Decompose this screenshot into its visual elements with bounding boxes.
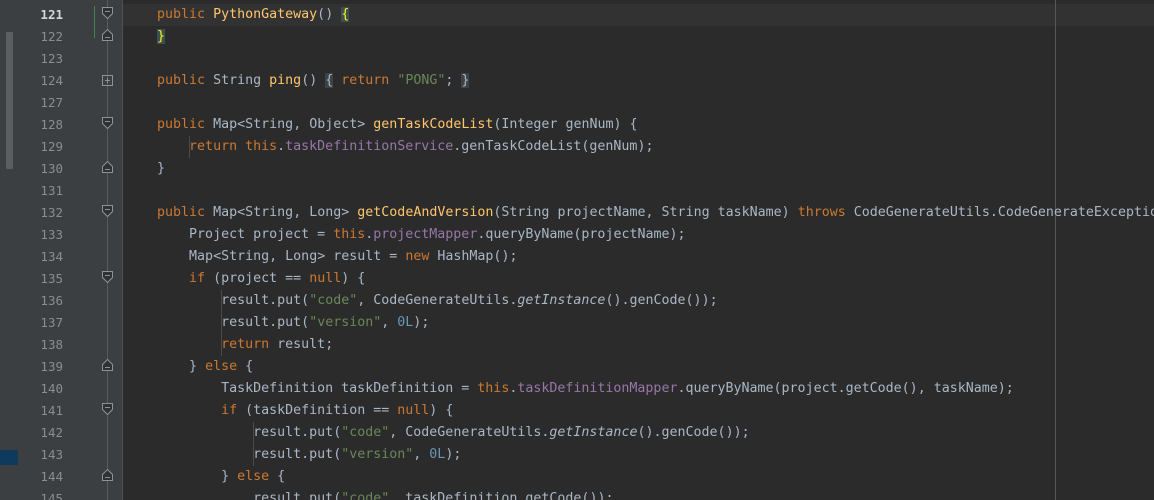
- line-number: 123: [40, 51, 63, 66]
- code-line: TaskDefinition taskDefinition = this.tas…: [221, 381, 1014, 396]
- fold-marker-fold-collapse-start[interactable]: [101, 402, 114, 416]
- line-number: 143: [40, 447, 63, 462]
- fold-marker-fold-collapse-start[interactable]: [101, 116, 114, 130]
- line-number: 124: [40, 73, 63, 88]
- code-line: } else {: [189, 359, 254, 374]
- line-number: 135: [40, 271, 63, 286]
- code-editor[interactable]: 121 122 123 124 127 128 129 130 131 132 133 134 135 1…: [0, 0, 1154, 500]
- line-number: 122: [40, 29, 63, 44]
- code-line: result.put("code", CodeGenerateUtils.get…: [253, 425, 750, 440]
- folded-brace: }: [461, 73, 470, 88]
- line-number: 133: [40, 227, 63, 242]
- line-number: 138: [40, 337, 63, 352]
- matched-brace: {: [341, 7, 350, 22]
- line-number: 129: [40, 139, 63, 154]
- matched-brace-indicator: [94, 6, 95, 38]
- folded-brace: {: [325, 73, 334, 88]
- code-line: }: [125, 26, 166, 48]
- fold-marker-fold-collapse-start[interactable]: [101, 6, 114, 20]
- fold-marker-fold-collapse-start[interactable]: [101, 204, 114, 218]
- line-number: 121: [40, 7, 63, 22]
- code-line: public Map<String, Long> getCodeAndVersi…: [157, 205, 1154, 220]
- fold-marker-fold-expand[interactable]: [101, 74, 114, 87]
- code-line: public PythonGateway() {: [157, 7, 350, 22]
- code-line: result.put("code", CodeGenerateUtils.get…: [221, 293, 718, 308]
- code-content-area[interactable]: public PythonGateway() { } public String…: [123, 0, 1154, 500]
- code-line: result.put("code", taskDefinition.getCod…: [253, 491, 614, 500]
- line-number: 131: [40, 183, 63, 198]
- code-line: if (taskDefinition == null) {: [221, 403, 454, 418]
- code-line: result.put("version", 0L);: [221, 315, 430, 330]
- line-number: 145: [40, 491, 63, 500]
- fold-marker-fold-collapse-end[interactable]: [101, 28, 114, 41]
- code-line: return result;: [221, 337, 334, 352]
- code-line: }: [157, 161, 166, 176]
- code-line: return this.taskDefinitionService.genTas…: [189, 139, 654, 154]
- code-line: public Map<String, Object> genTaskCodeLi…: [157, 117, 638, 132]
- line-number: 139: [40, 359, 63, 374]
- line-number: 137: [40, 315, 63, 330]
- line-number: 130: [40, 161, 63, 176]
- fold-marker-fold-collapse-end[interactable]: [101, 468, 114, 481]
- code-line: public String ping() { return "PONG"; }: [157, 73, 470, 88]
- line-number: 136: [40, 293, 63, 308]
- right-margin-guide: [1055, 0, 1056, 500]
- line-number: 142: [40, 425, 63, 440]
- line-number: 128: [40, 117, 63, 132]
- editor-gutter[interactable]: 121 122 123 124 127 128 129 130 131 132 133 134 135 1…: [18, 0, 123, 500]
- code-line: if (project == null) {: [189, 271, 366, 286]
- line-number: 127: [40, 95, 63, 110]
- fold-marker-fold-collapse-end[interactable]: [101, 160, 114, 173]
- line-number: 134: [40, 249, 63, 264]
- code-line: result.put("version", 0L);: [253, 447, 462, 462]
- line-number: 132: [40, 205, 63, 220]
- fold-marker-fold-collapse-end[interactable]: [101, 358, 114, 371]
- line-number: 140: [40, 381, 63, 396]
- code-line: Map<String, Long> result = new HashMap()…: [189, 249, 518, 264]
- code-line: } else {: [221, 469, 286, 484]
- code-line: Project project = this.projectMapper.que…: [189, 227, 686, 242]
- fold-marker-fold-collapse-start[interactable]: [101, 270, 114, 284]
- line-number: 144: [40, 469, 63, 484]
- line-number: 141: [40, 403, 63, 418]
- matched-brace: }: [157, 29, 166, 44]
